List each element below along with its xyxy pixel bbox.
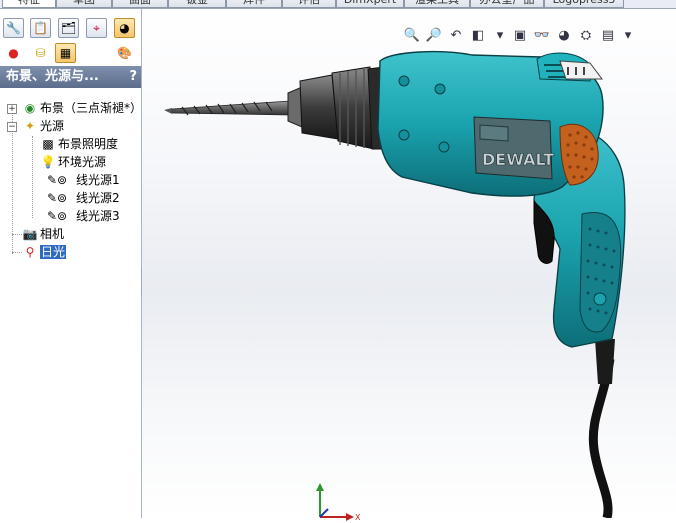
collapse-icon[interactable]: − bbox=[7, 122, 17, 132]
coordinate-triad: Y X bbox=[316, 483, 361, 522]
tab-evaluate[interactable]: 评估 bbox=[282, 0, 336, 8]
decal-button[interactable]: ⛁ bbox=[30, 43, 51, 63]
panel-header: 布景、光源与... ? bbox=[0, 66, 141, 88]
drill-model[interactable]: DEWALT bbox=[142, 9, 676, 518]
tree-label: 日光 bbox=[40, 245, 67, 259]
checker-light-icon: ▩ bbox=[42, 137, 54, 151]
tree-connector bbox=[12, 234, 22, 235]
property-manager-button[interactable]: 📋 bbox=[30, 18, 51, 38]
tree-label: 线光源1 bbox=[76, 173, 120, 187]
brand-text: DEWALT bbox=[482, 150, 554, 169]
tree-label: 相机 bbox=[40, 227, 65, 241]
panel-toolbar-row-1: 🔧 📋 🗂 ⌖ ◕ bbox=[0, 17, 141, 39]
tab-render-tools[interactable]: 渲染工具 bbox=[404, 0, 470, 8]
tree-item-scene-brightness[interactable]: ▩ 布景照明度 bbox=[40, 136, 118, 153]
tree-label: 布景照明度 bbox=[58, 137, 119, 151]
appearance-palette-icon: 🎨 bbox=[117, 46, 132, 60]
drill-chuck bbox=[287, 66, 387, 150]
tree-item-line-light-3[interactable]: ✎⊚ 线光源3 bbox=[40, 208, 120, 225]
camera-icon: 📷 bbox=[22, 227, 38, 241]
tree-item-camera[interactable]: 📷 相机 bbox=[22, 226, 65, 243]
dimxpert-manager-button[interactable]: ⌖ bbox=[86, 18, 107, 38]
feature-manager-button[interactable]: 🔧 bbox=[3, 18, 24, 38]
panel-toolbar-row-2: ● ⛁ ▦ 🎨 bbox=[0, 42, 141, 64]
tree-label: 环境光源 bbox=[58, 155, 107, 169]
rear-switch bbox=[559, 60, 603, 80]
tree-connector bbox=[32, 136, 33, 218]
tree-connector bbox=[12, 112, 13, 254]
brand-logo-plate: DEWALT bbox=[473, 116, 554, 180]
display-manager-button[interactable]: ◕ bbox=[114, 18, 135, 38]
tree-item-line-light-2[interactable]: ✎⊚ 线光源2 bbox=[40, 190, 120, 207]
configuration-icon: 🗂 bbox=[60, 21, 77, 35]
scene-lights-button[interactable]: ▦ bbox=[55, 43, 76, 63]
sun-figure-icon: ⚲ bbox=[25, 245, 35, 259]
tree-item-sunlight[interactable]: ⚲ 日光 bbox=[22, 244, 67, 261]
screw-head bbox=[593, 292, 607, 306]
directional-light-icon: ✎⊚ bbox=[46, 191, 68, 205]
tab-office-products[interactable]: 办公室产品 bbox=[470, 0, 544, 8]
tab-sheet-metal[interactable]: 钣金 bbox=[168, 0, 226, 8]
graphics-area[interactable]: 🔍 🔎 ↶ ◧ ▾ ▣ 👓 ◕ ⛭ ▤ ▾ DEWALT X bbox=[142, 9, 676, 522]
light-bulb-icon: 💡 bbox=[40, 155, 56, 169]
crosshair-icon: ⌖ bbox=[93, 20, 100, 35]
scene-icon: ▦ bbox=[59, 46, 72, 60]
help-button[interactable]: ? bbox=[129, 66, 137, 88]
cord-strain-relief bbox=[595, 339, 615, 384]
property-sheet-icon: 📋 bbox=[33, 21, 48, 35]
tree-label: 光源 bbox=[40, 119, 65, 133]
tree-label: 布景（三点渐褪*） bbox=[40, 101, 143, 115]
tree-label: 线光源3 bbox=[76, 209, 120, 223]
feature-tree-icon: 🔧 bbox=[6, 21, 21, 35]
configuration-manager-button[interactable]: 🗂 bbox=[58, 18, 79, 38]
tree-item-ambient-light[interactable]: 💡 环境光源 bbox=[40, 154, 107, 171]
expand-icon[interactable]: + bbox=[7, 104, 17, 114]
tab-features[interactable]: 特征 bbox=[2, 0, 56, 8]
lights-folder-icon: ✦ bbox=[24, 119, 36, 133]
tree-item-line-light-1[interactable]: ✎⊚ 线光源1 bbox=[40, 172, 120, 189]
appearance-manager-button[interactable]: 🎨 bbox=[114, 43, 135, 63]
tab-logopress3[interactable]: Logopress3 bbox=[544, 0, 624, 8]
command-manager-tabs: 特征 草图 曲面 钣金 焊件 评估 DimXpert 渲染工具 办公室产品 Lo… bbox=[0, 0, 676, 9]
panel-title: 布景、光源与... bbox=[6, 69, 99, 84]
color-ball-icon: ● bbox=[8, 46, 19, 60]
manager-panel: 🔧 📋 🗂 ⌖ ◕ ● ⛁ ▦ 🎨 布景、光源与... ? + ◉ 布景（三点渐褪… bbox=[0, 9, 142, 518]
cylinder-icon: ⛁ bbox=[35, 46, 46, 60]
tree-label: 线光源2 bbox=[76, 191, 120, 205]
directional-light-icon: ✎⊚ bbox=[46, 173, 68, 187]
color-wheel-icon: ◕ bbox=[119, 21, 130, 35]
appearance-button[interactable]: ● bbox=[3, 43, 24, 63]
tab-sketch[interactable]: 草图 bbox=[56, 0, 112, 8]
directional-light-icon: ✎⊚ bbox=[46, 209, 68, 223]
tree-connector bbox=[12, 252, 22, 253]
triad-y-label: Y bbox=[316, 483, 322, 484]
scene-sphere-icon: ◉ bbox=[24, 101, 36, 115]
tab-dimxpert[interactable]: DimXpert bbox=[336, 0, 404, 8]
tab-surfaces[interactable]: 曲面 bbox=[112, 0, 168, 8]
tab-weldments[interactable]: 焊件 bbox=[226, 0, 282, 8]
drill-bit bbox=[164, 100, 291, 116]
